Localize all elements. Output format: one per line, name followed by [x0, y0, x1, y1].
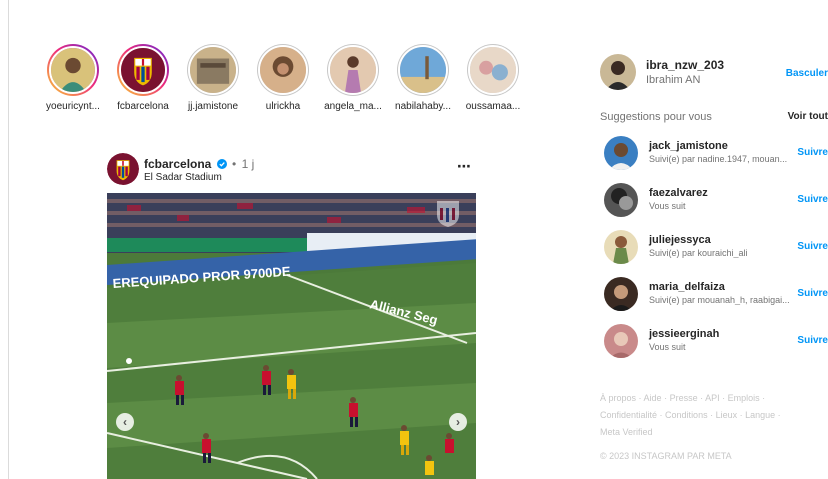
follow-button[interactable]: Suivre [797, 147, 828, 158]
fcb-crest-icon [119, 46, 167, 94]
story-ring [257, 44, 309, 96]
footer-link[interactable]: Conditions [665, 410, 708, 420]
suggestion-username[interactable]: jessieerginah [649, 328, 719, 340]
see-all-button[interactable]: Voir tout [788, 111, 828, 122]
story-ring [47, 44, 99, 96]
suggestion-username[interactable]: faezalvarez [649, 187, 708, 199]
footer-link[interactable]: Presse [670, 393, 698, 403]
left-divider [8, 0, 9, 479]
suggestion-context: Suivi(e) par kouraichi_ali [649, 248, 748, 258]
story-ring [327, 44, 379, 96]
post-location[interactable]: El Sadar Stadium [144, 172, 222, 183]
follow-button[interactable]: Suivre [797, 241, 828, 252]
carousel-prev-icon[interactable]: ‹ [116, 413, 134, 431]
post-time[interactable]: 1 j [242, 157, 255, 171]
footer-link[interactable]: Meta Verified [600, 427, 653, 437]
story-username: yoeuricynt... [46, 101, 100, 112]
story-ring [187, 44, 239, 96]
suggestion-username[interactable]: maria_delfaiza [649, 281, 725, 293]
more-options-icon[interactable]: ⋯ [457, 158, 472, 175]
suggestion-item: juliejessyca Suivi(e) par kouraichi_ali … [604, 230, 828, 266]
suggestion-item: maria_delfaiza Suivi(e) par mouanah_h, r… [604, 277, 828, 313]
follow-button[interactable]: Suivre [797, 335, 828, 346]
suggestion-item: jessieerginah Vous suit Suivre [604, 324, 828, 360]
suggestion-item: jack_jamistone Suivi(e) par nadine.1947,… [604, 136, 828, 172]
switch-account-button[interactable]: Basculer [786, 68, 828, 79]
separator-dot: • [232, 157, 237, 171]
footer-link[interactable]: Aide [644, 393, 662, 403]
banner-right-text: Allianz Seg [368, 296, 439, 327]
footer-link[interactable]: Emplois [728, 393, 760, 403]
story-item[interactable]: angela_ma... [318, 44, 388, 112]
suggestion-username[interactable]: juliejessyca [649, 234, 711, 246]
footer-link[interactable]: Lieux [716, 410, 738, 420]
current-user-avatar[interactable] [600, 54, 636, 90]
post-username[interactable]: fcbarcelona [144, 157, 211, 171]
suggestion-username[interactable]: jack_jamistone [649, 140, 728, 152]
story-username: fcbarcelona [117, 101, 169, 112]
suggestion-avatar[interactable] [604, 230, 638, 264]
story-ring [397, 44, 449, 96]
verified-badge-icon [216, 159, 227, 169]
suggestion-context: Vous suit [649, 201, 686, 211]
footer-link[interactable]: Confidentialité [600, 410, 657, 420]
suggestion-avatar[interactable] [604, 136, 638, 170]
suggestions-title: Suggestions pour vous [600, 111, 712, 123]
suggestion-item: faezalvarez Vous suit Suivre [604, 183, 828, 219]
story-username: angela_ma... [324, 101, 382, 112]
story-avatar [328, 45, 378, 95]
footer-links: À propos · Aide · Presse · API · Emplois… [600, 393, 781, 437]
story-username: jj.jamistone [187, 101, 239, 112]
footer-link[interactable]: API [705, 393, 720, 403]
story-item[interactable]: nabilahaby... [388, 44, 458, 112]
story-item[interactable]: oussamaa... [458, 44, 528, 112]
story-avatar [398, 45, 448, 95]
post-username-line: fcbarcelona • 1 j [144, 157, 254, 171]
follow-button[interactable]: Suivre [797, 194, 828, 205]
post-avatar[interactable] [107, 153, 139, 185]
post-header: fcbarcelona • 1 j El Sadar Stadium ⋯ [107, 150, 476, 190]
current-user-username[interactable]: ibra_nzw_203 [646, 58, 724, 72]
current-user: ibra_nzw_203 Ibrahim AN Basculer [600, 54, 828, 94]
carousel-next-icon[interactable]: › [449, 413, 467, 431]
story-username: nabilahaby... [395, 101, 451, 112]
story-username: ulrickha [265, 101, 301, 112]
ad-banner-text: EREQUIPADO PROR 9700DE Allianz Seg [112, 264, 439, 328]
current-user-fullname: Ibrahim AN [646, 74, 701, 86]
post-media[interactable]: EREQUIPADO PROR 9700DE Allianz Seg ‹ › [107, 193, 476, 479]
story-item[interactable]: fcbarcelona [108, 44, 178, 112]
story-ring [467, 44, 519, 96]
story-avatar [258, 45, 308, 95]
suggestion-context: Suivi(e) par mouanah_h, raabigai... [649, 295, 790, 305]
suggestion-context: Vous suit [649, 342, 686, 352]
follow-button[interactable]: Suivre [797, 288, 828, 299]
suggestion-avatar[interactable] [604, 183, 638, 217]
copyright: © 2023 INSTAGRAM PAR META [600, 451, 732, 461]
story-avatar [188, 45, 238, 95]
story-ring [117, 44, 169, 96]
story-item[interactable]: jj.jamistone [178, 44, 248, 112]
story-username: oussamaa... [465, 101, 521, 112]
story-avatar [468, 45, 518, 95]
suggestion-avatar[interactable] [604, 277, 638, 311]
suggestion-context: Suivi(e) par nadine.1947, mouan... [649, 154, 788, 164]
banner-left-text: EREQUIPADO PROR 9700DE [112, 264, 291, 291]
story-avatar [49, 46, 97, 94]
suggestion-avatar[interactable] [604, 324, 638, 358]
story-item[interactable]: ulrickha [248, 44, 318, 112]
footer-link[interactable]: Langue [745, 410, 775, 420]
feed-post: fcbarcelona • 1 j El Sadar Stadium ⋯ ERE… [107, 150, 476, 479]
footer-link[interactable]: À propos [600, 393, 636, 403]
story-item[interactable]: yoeuricynt... [38, 44, 108, 112]
